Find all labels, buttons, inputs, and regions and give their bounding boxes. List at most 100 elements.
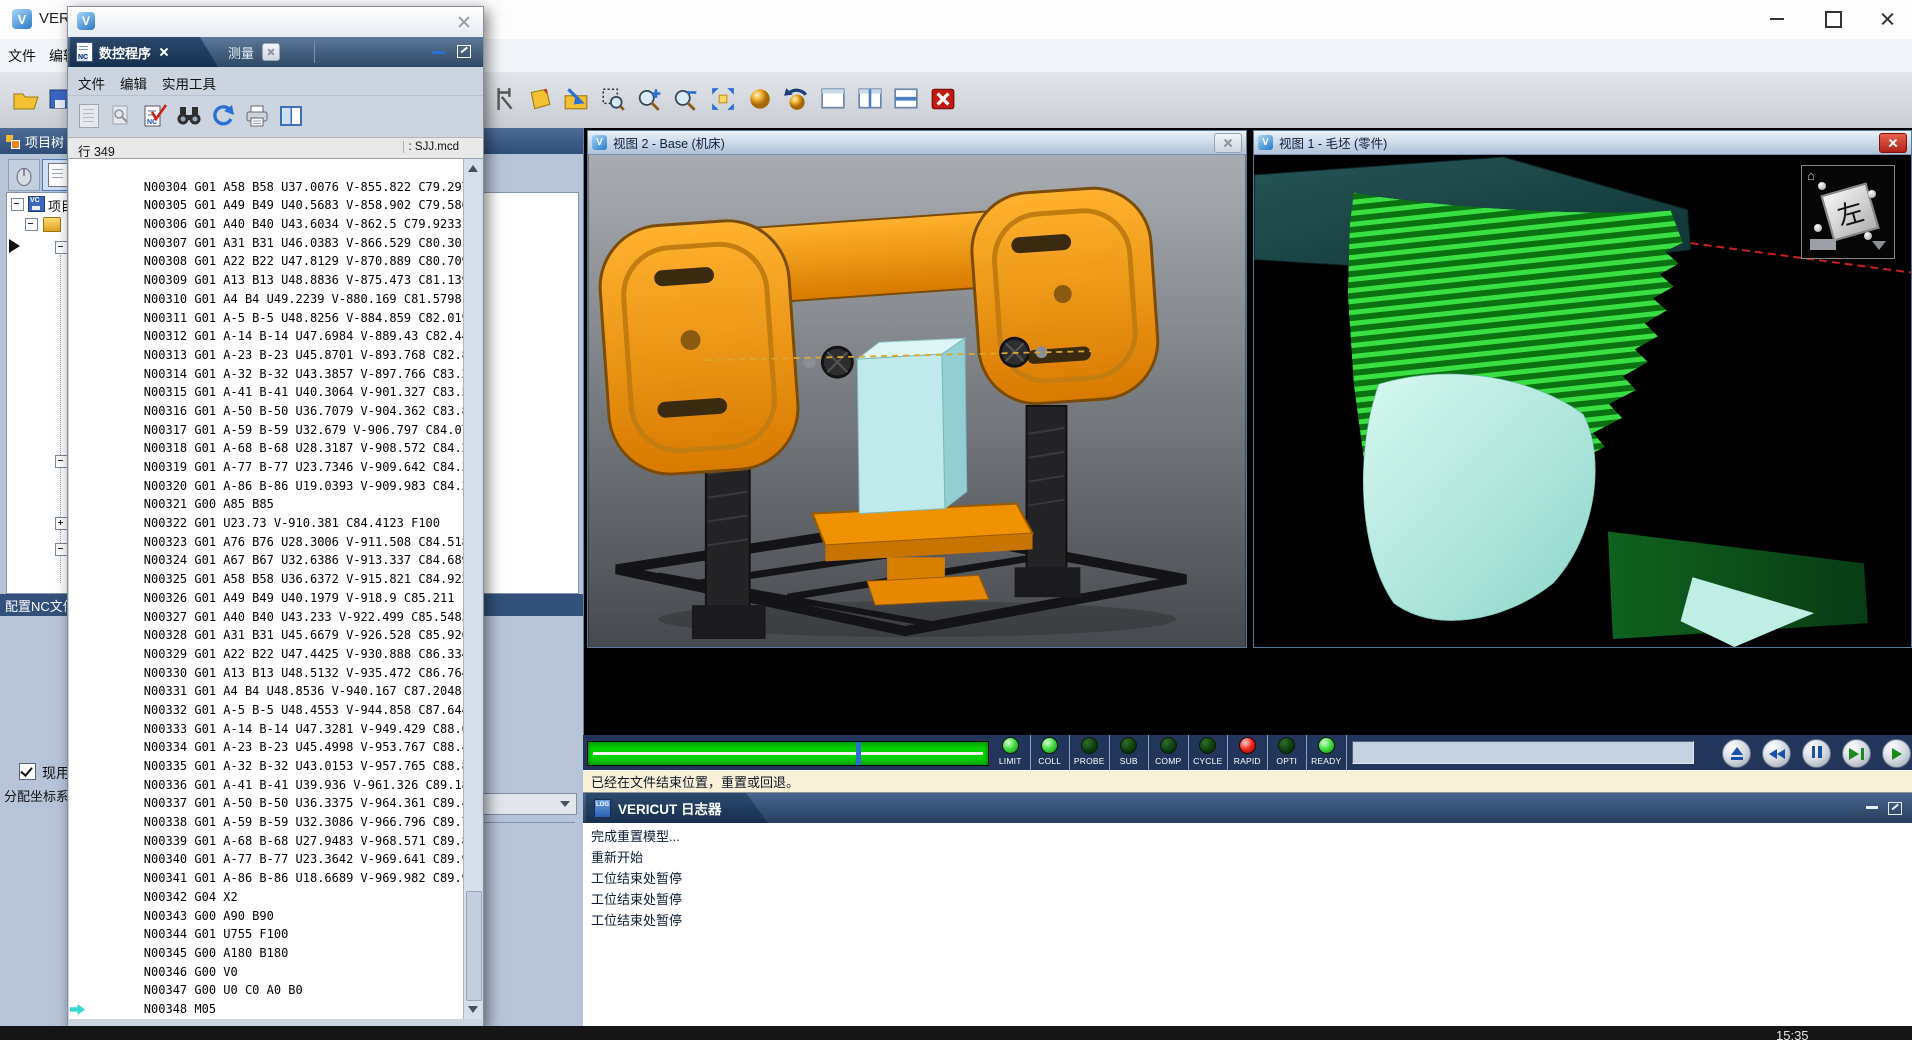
nc-line[interactable]: N00331 G01 A4 B4 U48.8536 V-940.167 C87.… [69, 664, 463, 683]
fit-view-icon[interactable] [707, 82, 739, 116]
nc-line[interactable]: N00339 G01 A-68 B-68 U27.9483 V-968.571 … [69, 813, 463, 832]
machine-view-canvas[interactable] [588, 155, 1246, 647]
section-arrow-icon[interactable] [560, 82, 592, 116]
tree-expander[interactable] [25, 218, 38, 231]
nc-line[interactable]: N00315 G01 A-41 B-41 U40.3064 V-901.327 … [69, 365, 463, 384]
nc-line[interactable]: N00338 G01 A-59 B-59 U32.3086 V-966.796 … [69, 794, 463, 813]
nc-line[interactable]: N00342 G04 X2 [69, 869, 463, 888]
nc-line[interactable]: N00322 G01 U23.73 V-910.381 C84.4123 F10… [69, 495, 463, 514]
orientation-widget[interactable]: ⌂ 左 [1801, 165, 1895, 259]
split-view-icon[interactable] [276, 100, 306, 132]
minimize-button[interactable] [1762, 8, 1792, 30]
reset-button[interactable] [1722, 739, 1751, 768]
nc-window-close-button[interactable] [457, 15, 471, 29]
nc-line[interactable]: N00310 G01 A4 B4 U49.2239 V-880.169 C81.… [69, 271, 463, 290]
scroll-down-icon[interactable] [468, 1006, 478, 1013]
nc-line[interactable]: N00311 G01 A-5 B-5 U48.8256 V-884.859 C8… [69, 290, 463, 309]
goto-line-icon[interactable] [74, 100, 104, 132]
nc-line[interactable]: N00312 G01 A-14 B-14 U47.6984 V-889.43 C… [69, 309, 463, 328]
nc-line[interactable]: N00341 G01 A-86 B-86 U18.6689 V-969.982 … [69, 850, 463, 869]
nc-line[interactable]: N00318 G01 A-68 B-68 U28.3187 V-908.572 … [69, 421, 463, 440]
status-led-button[interactable]: COLL [1031, 735, 1071, 770]
nc-command-field[interactable] [1352, 741, 1694, 764]
progress-bar[interactable] [587, 741, 989, 766]
tab-measure-close-button[interactable] [262, 43, 280, 61]
nc-line[interactable]: N00347 G00 U0 C0 A0 B0 [69, 963, 463, 982]
search-nc-icon[interactable] [106, 100, 136, 132]
viewport-stock-titlebar[interactable]: V 视图 1 - 毛坯 (零件) [1254, 131, 1911, 155]
find-icon[interactable] [174, 100, 204, 132]
zoom-region-icon[interactable] [597, 82, 629, 116]
rotate-view-icon[interactable] [780, 82, 812, 116]
nc-line[interactable]: N00320 G01 A-86 B-86 U19.0393 V-909.983 … [69, 458, 463, 477]
status-led-button[interactable]: RAPID [1228, 735, 1268, 770]
nc-line[interactable]: N00327 G01 A40 B40 U43.233 V-922.499 C85… [69, 589, 463, 608]
nc-menu-file[interactable]: 文件 [78, 73, 105, 93]
tab-close-icon[interactable] [159, 47, 169, 57]
viewport-stock-close-button[interactable] [1879, 133, 1907, 153]
check-nc-icon[interactable]: NC [140, 100, 170, 132]
status-led-button[interactable]: PROBE [1070, 735, 1110, 770]
progress-marker[interactable] [856, 742, 861, 765]
nc-line[interactable]: N00317 G01 A-59 B-59 U32.679 V-906.797 C… [69, 402, 463, 421]
nc-line[interactable]: N00323 G01 A76 B76 U28.3006 V-911.508 C8… [69, 514, 463, 533]
nc-line[interactable]: N00319 G01 A-77 B-77 U23.7346 V-909.642 … [69, 439, 463, 458]
status-led-button[interactable]: OPTI [1268, 735, 1308, 770]
nc-menu-utilities[interactable]: 实用工具 [162, 73, 216, 93]
rewind-button[interactable] [1762, 739, 1791, 768]
nc-line[interactable]: N00304 G01 A58 B58 U37.0076 V-855.822 C7… [69, 159, 463, 178]
nc-line[interactable]: N00337 G01 A-50 B-50 U36.3375 V-964.361 … [69, 776, 463, 795]
status-led-button[interactable]: LIMIT [991, 735, 1031, 770]
tree-expander[interactable] [11, 198, 24, 211]
nc-line[interactable]: N00334 G01 A-23 B-23 U45.4998 V-953.767 … [69, 720, 463, 739]
logger-restore-button[interactable] [1888, 802, 1902, 815]
tab-measure[interactable]: 测量 [228, 37, 280, 67]
nc-code-area[interactable]: N00304 G01 A58 B58 U37.0076 V-855.822 C7… [69, 159, 463, 1019]
close-button[interactable] [1872, 8, 1902, 30]
logger-minimize-button[interactable] [1866, 806, 1878, 809]
mouse-mode-button[interactable] [8, 159, 40, 191]
nc-line[interactable]: N00324 G01 A67 B67 U32.6386 V-913.337 C8… [69, 533, 463, 552]
nc-line[interactable]: N00328 G01 A31 B31 U45.6679 V-926.528 C8… [69, 608, 463, 627]
status-led-button[interactable]: READY [1307, 735, 1347, 770]
logger-body[interactable]: 完成重置模型...重新开始工位结束处暂停工位结束处暂停工位结束处暂停 [583, 823, 1912, 1026]
layout-horizontal-split-icon[interactable] [890, 82, 922, 116]
viewport-machine-close-button[interactable] [1214, 133, 1242, 153]
nc-line[interactable]: N00329 G01 A22 B22 U47.4425 V-930.888 C8… [69, 626, 463, 645]
active-checkbox[interactable] [19, 763, 36, 780]
status-led-button[interactable]: CYCLE [1189, 735, 1229, 770]
scroll-up-icon[interactable] [468, 165, 478, 172]
nc-line[interactable]: N00316 G01 A-50 B-50 U36.7079 V-904.362 … [69, 383, 463, 402]
nc-line[interactable]: N00309 G01 A13 B13 U48.8836 V-875.473 C8… [69, 252, 463, 271]
nc-line[interactable]: N00335 G01 A-32 B-32 U43.0153 V-957.765 … [69, 738, 463, 757]
viewport-machine-titlebar[interactable]: V 视图 2 - Base (机床) [588, 131, 1246, 155]
zoom-in-icon[interactable] [634, 82, 666, 116]
coord-system-combobox[interactable] [482, 793, 577, 815]
nc-line[interactable]: N00313 G01 A-23 B-23 U45.8701 V-893.768 … [69, 327, 463, 346]
play-button[interactable] [1882, 739, 1911, 768]
nc-line[interactable]: N00326 G01 A49 B49 U40.1979 V-918.9 C85.… [69, 570, 463, 589]
caliper-icon[interactable] [488, 82, 520, 116]
nc-line[interactable]: N00332 G01 A-5 B-5 U48.4553 V-944.858 C8… [69, 682, 463, 701]
nc-line[interactable]: N00306 G01 A40 B40 U43.6034 V-862.5 C79.… [69, 196, 463, 215]
nc-line[interactable]: N00307 G01 A31 B31 U46.0383 V-866.529 C8… [69, 215, 463, 234]
status-led-button[interactable]: COMP [1149, 735, 1189, 770]
nc-window-titlebar[interactable]: V [68, 7, 483, 38]
nc-line[interactable]: N00333 G01 A-14 B-14 U47.3281 V-949.429 … [69, 701, 463, 720]
nc-line[interactable]: N00348 M05 [69, 981, 463, 1000]
print-icon[interactable] [242, 100, 272, 132]
nc-line[interactable]: N00314 G01 A-32 B-32 U43.3857 V-897.766 … [69, 346, 463, 365]
tab-nc-program[interactable]: NC 数控程序 [70, 37, 218, 67]
sheet-icon[interactable] [524, 82, 556, 116]
maximize-button[interactable] [1818, 8, 1848, 30]
step-button[interactable] [1842, 739, 1871, 768]
nc-minimize-icon[interactable] [432, 51, 445, 54]
nc-line[interactable]: N00325 G01 A58 B58 U36.6372 V-915.821 C8… [69, 551, 463, 570]
close-view-icon[interactable] [927, 82, 959, 116]
home-view-icon[interactable]: ⌂ [1807, 168, 1815, 183]
nc-line[interactable]: N00344 G01 U755 F100 [69, 907, 463, 926]
sphere-icon[interactable] [744, 82, 776, 116]
menu-file[interactable]: 文件 [8, 46, 36, 66]
nc-line[interactable]: N00308 G01 A22 B22 U47.8129 V-870.889 C8… [69, 234, 463, 253]
view-scale-chip[interactable] [1810, 239, 1836, 250]
